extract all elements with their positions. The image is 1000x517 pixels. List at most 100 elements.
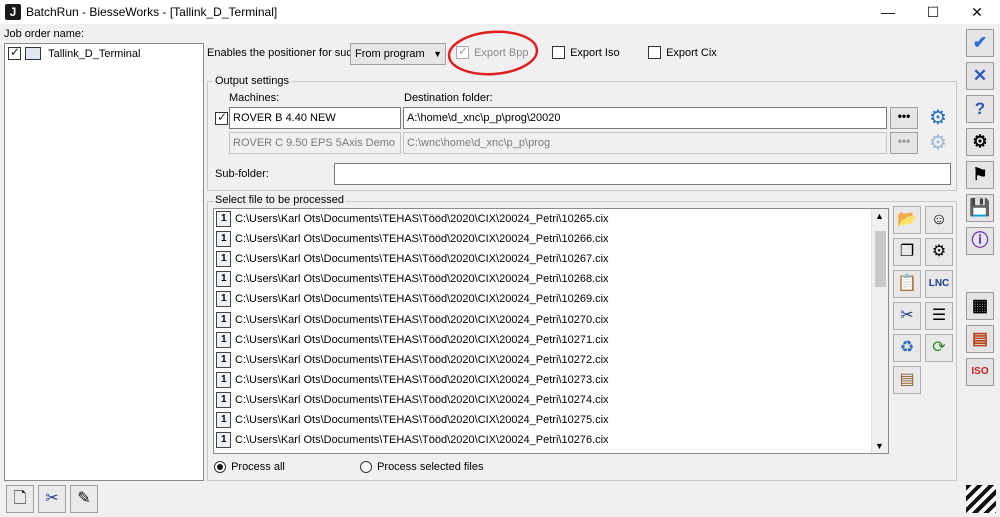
positioner-value: From program (355, 48, 425, 60)
cogwheel-icon[interactable]: ⚙ (925, 238, 953, 266)
job-name: Tallink_D_Terminal (48, 47, 141, 60)
new-file-icon[interactable]: 🗋 (6, 485, 34, 513)
paste-icon[interactable]: 📋 (893, 270, 921, 298)
windows-icon[interactable]: ▦ (966, 292, 994, 320)
job-checkbox[interactable] (8, 45, 21, 60)
export-cix-checkbox[interactable] (648, 46, 661, 59)
export-cix-option[interactable]: Export Cix (648, 46, 717, 59)
file-path: C:\Users\Karl Ots\Documents\TEHAS\Tööd\2… (235, 253, 609, 266)
file-row[interactable]: C:\Users\Karl Ots\Documents\TEHAS\Tööd\2… (216, 331, 609, 351)
title-bar: J BatchRun - BiesseWorks - [Tallink_D_Te… (0, 0, 1000, 24)
file-path: C:\Users\Karl Ots\Documents\TEHAS\Tööd\2… (235, 353, 609, 366)
positioner-label: Enables the positioner for suctio (207, 47, 351, 59)
browse-folder-button-disabled[interactable]: ••• (890, 132, 918, 154)
cix-file-icon (216, 271, 231, 288)
job-order-list[interactable]: Tallink_D_Terminal (4, 43, 204, 481)
subfolder-input[interactable] (334, 163, 951, 185)
setup-icon[interactable]: ⚙ (966, 128, 994, 156)
browse-folder-button[interactable]: ••• (890, 107, 918, 129)
chevron-down-icon[interactable]: ▼ (875, 441, 884, 451)
smiley-icon[interactable]: ☺ (925, 206, 953, 234)
cix-file-icon (216, 432, 231, 449)
file-row[interactable]: C:\Users\Karl Ots\Documents\TEHAS\Tööd\2… (216, 351, 609, 371)
file-row[interactable]: C:\Users\Karl Ots\Documents\TEHAS\Tööd\2… (216, 290, 609, 310)
file-row[interactable]: C:\Users\Karl Ots\Documents\TEHAS\Tööd\2… (216, 230, 609, 250)
cix-file-icon (216, 391, 231, 408)
file-row[interactable]: C:\Users\Karl Ots\Documents\TEHAS\Tööd\2… (216, 371, 609, 391)
scrollbar-thumb[interactable] (875, 231, 886, 287)
machine-checkbox-rover-b[interactable] (215, 110, 228, 125)
file-row[interactable]: C:\Users\Karl Ots\Documents\TEHAS\Tööd\2… (216, 250, 609, 270)
file-row[interactable]: C:\Users\Karl Ots\Documents\TEHAS\Tööd\2… (216, 311, 609, 331)
file-path: C:\Users\Karl Ots\Documents\TEHAS\Tööd\2… (235, 293, 609, 306)
file-path: C:\Users\Karl Ots\Documents\TEHAS\Tööd\2… (235, 414, 609, 426)
refresh-icon[interactable]: ⟳ (925, 334, 953, 362)
destination-header: Destination folder: (404, 92, 493, 104)
file-path: C:\Users\Karl Ots\Documents\TEHAS\Tööd\2… (235, 393, 609, 406)
scissors-icon[interactable]: ✂ (38, 485, 66, 513)
cancel-icon[interactable]: ✕ (966, 62, 994, 90)
save-icon[interactable]: 💾 (966, 194, 994, 222)
cix-file-icon (216, 291, 231, 308)
check-icon[interactable]: ✔ (966, 29, 994, 57)
iso-icon[interactable]: ISO (966, 358, 994, 386)
cix-file-icon (216, 331, 231, 348)
resize-grip-icon[interactable] (966, 485, 996, 513)
export-iso-option[interactable]: Export Iso (552, 46, 620, 59)
checkered-flag-icon[interactable]: ⚑ (966, 161, 994, 189)
cix-file-icon (216, 211, 231, 228)
lnc-icon[interactable]: LNC (925, 270, 953, 298)
edit-list-icon[interactable]: ☰ (925, 302, 953, 330)
cix-file-icon (216, 311, 231, 328)
list-icon[interactable]: ▤ (966, 325, 994, 353)
file-row[interactable]: C:\Users\Karl Ots\Documents\TEHAS\Tööd\2… (216, 270, 609, 290)
help-icon[interactable]: ? (966, 95, 994, 123)
positioner-select[interactable]: From program ▼ (350, 43, 446, 65)
maximize-button[interactable]: ☐ (910, 0, 956, 24)
vertical-scrollbar[interactable]: ▲ ▼ (871, 209, 888, 453)
minimize-button[interactable]: — (865, 0, 911, 24)
file-path: C:\Users\Karl Ots\Documents\TEHAS\Tööd\2… (235, 313, 609, 326)
process-all-radio[interactable] (214, 461, 226, 474)
process-selected-radio[interactable] (360, 461, 372, 474)
cix-file-icon (216, 231, 231, 248)
info-icon[interactable]: ⓘ (966, 227, 994, 255)
window-title: BatchRun - BiesseWorks - [Tallink_D_Term… (26, 5, 278, 19)
destination-folder-rover-c[interactable]: C:\wnc\home\d_xnc\p_p\prog (403, 132, 887, 154)
red-annotation-circle (447, 30, 539, 76)
chevron-down-icon: ▼ (433, 49, 442, 59)
stack-icon[interactable]: ▤ (893, 366, 921, 394)
chevron-up-icon[interactable]: ▲ (875, 211, 884, 221)
file-row[interactable]: C:\Users\Karl Ots\Documents\TEHAS\Tööd\2… (216, 431, 609, 451)
machines-header: Machines: (229, 92, 280, 104)
list-item[interactable]: Tallink_D_Terminal (8, 45, 141, 65)
destination-folder-rover-b[interactable]: A:\home\d_xnc\p_p\prog\20020 (403, 107, 887, 129)
file-list[interactable]: C:\Users\Karl Ots\Documents\TEHAS\Tööd\2… (213, 208, 889, 454)
copy-icon[interactable]: ❐ (893, 238, 921, 266)
process-selected-option[interactable]: Process selected files (360, 461, 484, 474)
file-selection-label: Select file to be processed (213, 194, 347, 206)
file-path: C:\Users\Karl Ots\Documents\TEHAS\Tööd\2… (235, 213, 609, 225)
export-iso-label: Export Iso (570, 46, 620, 59)
file-path: C:\Users\Karl Ots\Documents\TEHAS\Tööd\2… (235, 373, 609, 386)
file-row[interactable]: C:\Users\Karl Ots\Documents\TEHAS\Tööd\2… (216, 210, 609, 230)
cix-file-icon (216, 371, 231, 388)
process-selected-label: Process selected files (377, 461, 484, 474)
edit-icon[interactable]: ✎ (70, 485, 98, 513)
scissors-icon[interactable]: ✂ (893, 302, 921, 330)
output-settings-label: Output settings (213, 75, 291, 87)
app-logo-icon: J (5, 4, 21, 20)
gear-icon[interactable]: ⚙ (925, 106, 951, 130)
machine-name-rover-b: ROVER B 4.40 NEW (229, 107, 401, 129)
gear-icon[interactable]: ⚙ (925, 131, 951, 155)
open-folder-icon[interactable]: 📂 (893, 206, 921, 234)
close-button[interactable]: ✕ (954, 0, 1000, 24)
file-row[interactable]: C:\Users\Karl Ots\Documents\TEHAS\Tööd\2… (216, 391, 609, 411)
export-cix-label: Export Cix (666, 46, 717, 59)
export-iso-checkbox[interactable] (552, 46, 565, 59)
file-path: C:\Users\Karl Ots\Documents\TEHAS\Tööd\2… (235, 273, 609, 286)
process-all-option[interactable]: Process all (214, 461, 285, 474)
recycle-bin-icon[interactable]: ♻ (893, 334, 921, 362)
process-all-label: Process all (231, 461, 285, 474)
file-row[interactable]: C:\Users\Karl Ots\Documents\TEHAS\Tööd\2… (216, 411, 609, 431)
